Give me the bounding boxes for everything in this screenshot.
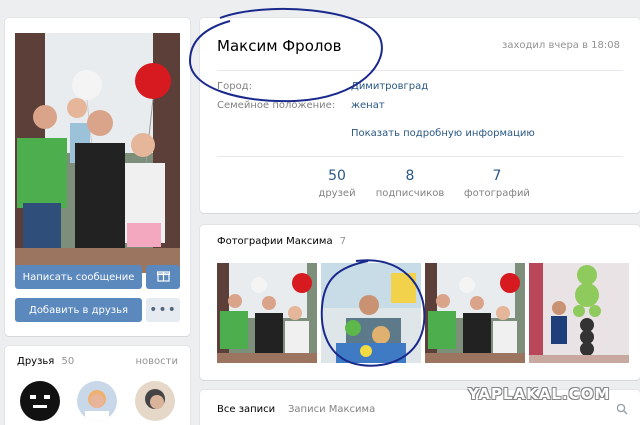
write-message-button[interactable]: Написать сообщение — [15, 265, 142, 289]
friend-avatar[interactable] — [135, 381, 175, 421]
tab-all-posts[interactable]: Все записи — [217, 404, 275, 415]
gift-icon — [156, 269, 170, 285]
profile-photo-card: Написать сообщение Добавить в друзья ••• — [5, 18, 190, 336]
photos-header[interactable]: Фотографии Максима 7 — [217, 236, 346, 247]
photos-title: Фотографии Максима — [217, 236, 333, 247]
search-icon[interactable] — [616, 403, 628, 418]
profile-info-card: Максим Фролов заходил вчера в 18:08 Горо… — [188, 7, 640, 213]
photos-card: Фотографии Максима 7 — [200, 225, 640, 380]
more-icon: ••• — [149, 302, 177, 318]
add-friend-label: Добавить в друзья — [29, 304, 128, 316]
friends-news-link[interactable]: новости — [136, 356, 179, 367]
add-friend-button[interactable]: Добавить в друзья — [15, 298, 142, 322]
photo-thumbnail[interactable] — [529, 263, 629, 363]
friend-avatar[interactable] — [77, 381, 117, 421]
photos-count: 7 — [339, 236, 347, 247]
photo-thumbnail[interactable] — [425, 263, 525, 363]
show-more-info-link[interactable]: Показать подробную информацию — [351, 128, 535, 139]
profile-avatar[interactable] — [15, 33, 180, 273]
tab-owner-posts[interactable]: Записи Максима — [288, 404, 375, 415]
friends-header[interactable]: Друзья 50 — [17, 356, 74, 367]
counter-photos[interactable]: 7 фотографий — [452, 168, 542, 199]
friend-avatar[interactable] — [20, 381, 60, 421]
annotation-circle-name — [188, 7, 383, 103]
annotation-circle-photo — [320, 259, 426, 367]
more-actions-button[interactable]: ••• — [146, 298, 180, 322]
counter-followers[interactable]: 8 подписчиков — [365, 168, 455, 199]
counter-label: подписчиков — [375, 188, 445, 199]
photo-thumbnail[interactable] — [217, 263, 317, 363]
counter-number: 7 — [492, 168, 502, 184]
counter-number: 8 — [405, 168, 415, 184]
watermark: YAPLAKAL.COM — [468, 385, 611, 403]
friends-card: Друзья 50 новости — [5, 346, 190, 425]
friends-title: Друзья — [17, 356, 55, 367]
write-message-label: Написать сообщение — [22, 271, 135, 283]
divider — [217, 156, 623, 157]
last-seen-status: заходил вчера в 18:08 — [502, 40, 620, 51]
friends-count: 50 — [61, 356, 75, 367]
gift-button[interactable] — [146, 265, 180, 289]
counter-label: фотографий — [464, 188, 530, 199]
